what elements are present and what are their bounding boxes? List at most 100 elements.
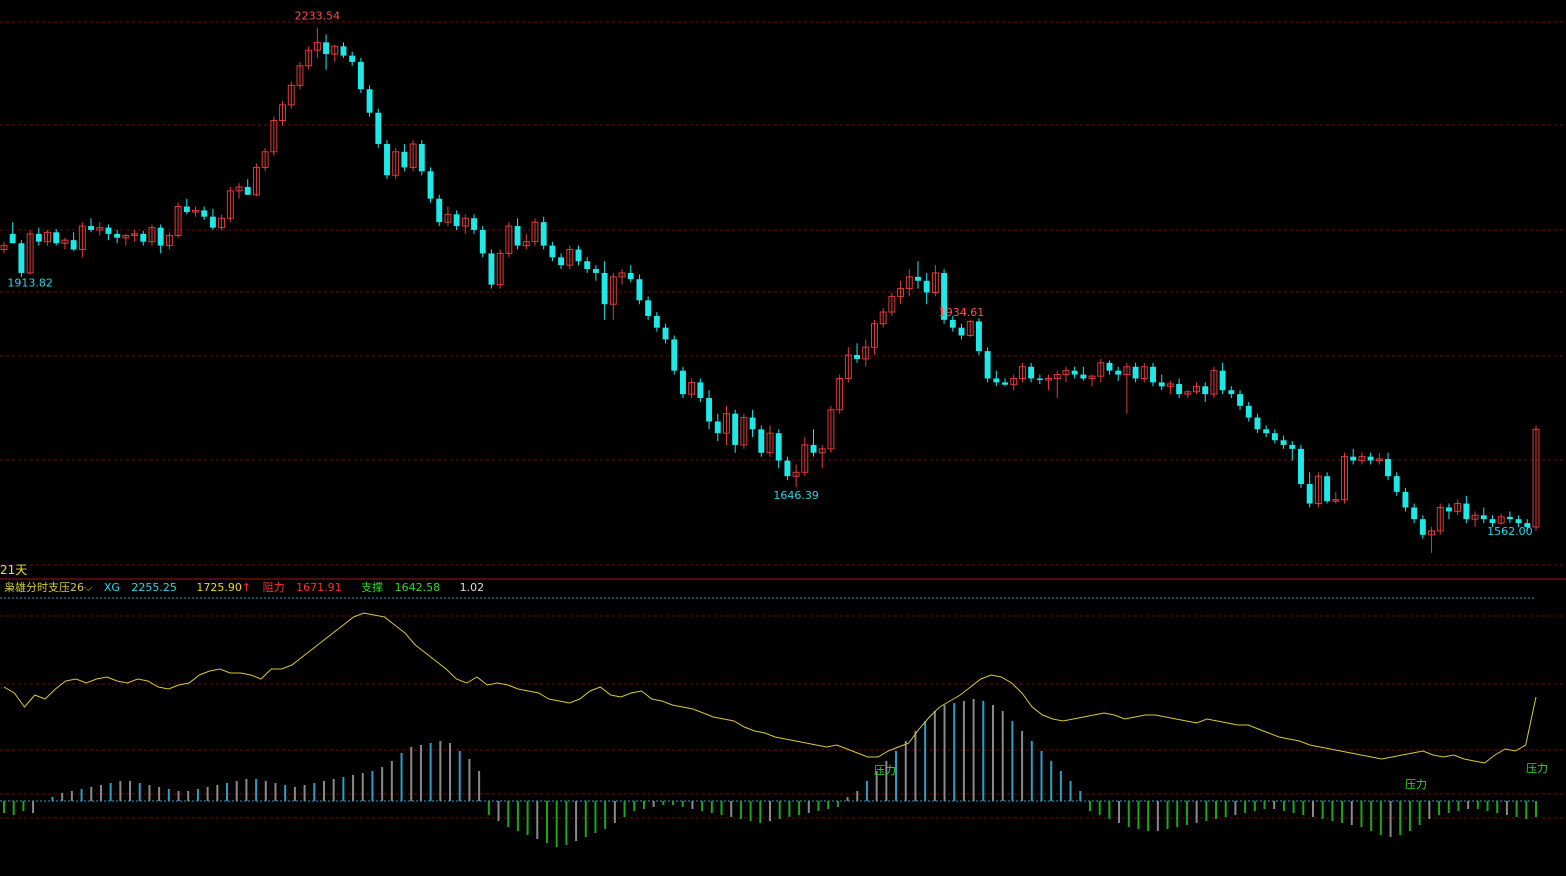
candle-body-down: [749, 417, 756, 430]
candle-body-down: [514, 226, 521, 246]
candle-body-down: [984, 351, 991, 379]
price-label-low-left: 1913.82: [7, 277, 53, 290]
candle-body-down: [1028, 366, 1035, 379]
candle-body-down: [714, 421, 721, 434]
candle-body-down: [349, 55, 356, 62]
candle-body-down: [653, 315, 660, 328]
candle-body-down: [1245, 405, 1252, 418]
candle-body-down: [244, 186, 251, 195]
candle-body-down: [1080, 374, 1087, 379]
candle-body-down: [384, 143, 390, 176]
candle-body-down: [1306, 484, 1313, 504]
candle-body-down: [140, 233, 147, 242]
candle-body-down: [1411, 507, 1418, 520]
pressure-annotation: 压力: [1526, 762, 1548, 775]
candle-body-down: [436, 198, 443, 223]
candle-body-down: [340, 46, 347, 56]
candle-body-down: [1158, 382, 1165, 387]
candle-body-down: [209, 216, 216, 228]
candle-body-down: [1393, 476, 1400, 492]
price-label-low-right: 1562.00: [1487, 525, 1533, 538]
candle-body-down: [366, 89, 373, 113]
candle-body-down: [975, 321, 982, 352]
candle-body-down: [88, 226, 95, 230]
candle-body-down: [1463, 503, 1470, 520]
candlestick-series: [0, 27, 1540, 553]
oscillator-bars: [3, 699, 1537, 847]
chart-canvas[interactable]: 2233.541913.821934.611646.391562.00 压力压力…: [0, 0, 1566, 876]
candle-body-down: [784, 460, 791, 477]
candle-body-down: [697, 382, 704, 399]
candle-body-down: [357, 61, 364, 90]
candle-body-down: [775, 433, 782, 461]
pressure-annotation: 压力: [1405, 778, 1427, 791]
chevron-down-icon[interactable]: ⌵: [84, 581, 92, 594]
candle-body-down: [479, 229, 486, 254]
candle-body-down: [854, 355, 861, 359]
candle-body-down: [671, 339, 678, 371]
candle-body-down: [1324, 476, 1331, 502]
candle-body-down: [1445, 507, 1452, 512]
candle-body-down: [592, 269, 599, 273]
candle-body-down: [575, 249, 582, 262]
support-label: 支撑: [361, 581, 384, 594]
candle-body-down: [375, 112, 382, 144]
candle-body-down: [645, 300, 652, 316]
candle-body-down: [958, 327, 965, 336]
candle-body-down: [1506, 516, 1513, 520]
candle-body-down: [1237, 394, 1244, 406]
oscillator-annotations: 压力压力压力: [874, 762, 1548, 791]
candle-body-down: [732, 413, 739, 445]
candle-body-down: [1419, 519, 1426, 535]
candle-body-down: [35, 233, 42, 242]
candle-body-down: [706, 398, 713, 422]
candle-body-down: [323, 42, 330, 55]
osc-line-path: [3, 612, 1537, 764]
candle-body-down: [993, 378, 1000, 383]
candle-body-down: [1002, 382, 1008, 385]
candle-body-down: [679, 370, 686, 395]
price-label-high: 2233.54: [295, 10, 341, 23]
candle-body-down: [810, 444, 817, 453]
candle-body-down: [601, 272, 608, 305]
candle-body-down: [401, 151, 408, 168]
candle-body-down: [949, 319, 956, 328]
candle-body-down: [584, 261, 591, 270]
candle-body-down: [183, 206, 190, 212]
candle-body-down: [453, 214, 460, 227]
xg-value: 2255.25: [131, 581, 177, 594]
candle-body-down: [558, 257, 565, 266]
candle-body-down: [1271, 433, 1278, 441]
price-label-mid-low: 1646.39: [773, 489, 819, 502]
oscillator-gridlines: [0, 597, 1566, 819]
candle-body-down: [427, 171, 434, 199]
candle-body-down: [18, 243, 25, 273]
candle-body-down: [1219, 370, 1226, 391]
candle-body-down: [1385, 459, 1391, 477]
period-label: 21天: [0, 563, 28, 577]
candle-body-down: [418, 143, 425, 172]
candle-body-down: [1298, 448, 1304, 485]
indicator-legend: 枭雄分时支压26⌵ XG 2255.25 1725.90↑ 阻力 1671.91…: [4, 580, 492, 596]
candle-body-down: [1263, 429, 1270, 434]
indicator-name[interactable]: 枭雄分时支压26: [4, 581, 84, 594]
candle-body-down: [114, 233, 121, 238]
candle-body-down: [758, 429, 765, 453]
candle-body-down: [1367, 456, 1374, 461]
price-label-mid-high: 1934.61: [939, 306, 985, 319]
support-value: 1642.58: [394, 581, 441, 594]
candle-body-down: [1280, 440, 1287, 445]
candle-body-down: [1071, 370, 1078, 375]
candle-body-down: [1115, 370, 1122, 375]
candle-body-down: [1228, 390, 1235, 395]
oscillator-line: [3, 612, 1537, 764]
candle-body-down: [923, 280, 930, 293]
candle-body-down: [1402, 491, 1409, 508]
pressure-annotation: 压力: [874, 764, 896, 777]
candle-body-down: [201, 210, 208, 217]
candle-body-down: [636, 279, 643, 301]
candle-body-down: [105, 227, 112, 234]
candle-body-down: [471, 218, 478, 230]
candle-body-down: [627, 272, 634, 280]
candle-body-down: [1515, 519, 1522, 524]
